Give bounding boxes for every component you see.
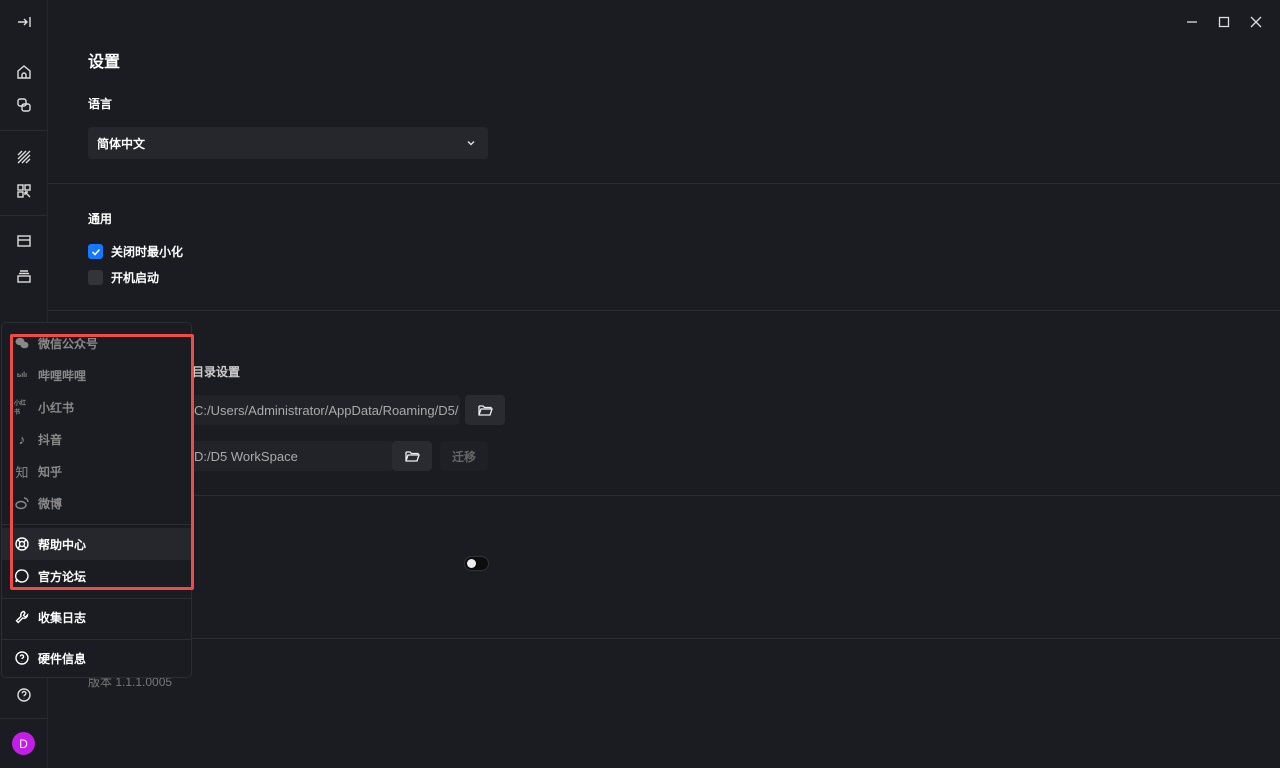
folder-icon: [478, 404, 493, 416]
chat-bubble-icon: [14, 568, 30, 584]
avatar[interactable]: D: [12, 732, 35, 755]
menu-item-label: 微信公众号: [38, 335, 98, 352]
help-icon[interactable]: [14, 685, 34, 705]
weibo-icon: [14, 495, 30, 511]
menu-item-label: 微博: [38, 495, 62, 512]
wechat-icon: [14, 335, 30, 351]
cache-path-field[interactable]: C:/Users/Administrator/AppData/Roaming/D…: [188, 395, 460, 425]
menu-item-hardware-info[interactable]: 硬件信息: [2, 642, 191, 674]
link-icon[interactable]: [14, 95, 34, 115]
texture-icon[interactable]: [14, 147, 34, 167]
launch-on-startup-checkbox[interactable]: 开机启动: [88, 269, 159, 286]
chevron-down-icon: [466, 138, 476, 148]
menu-item-label: 收集日志: [38, 609, 86, 626]
settings-panel: 设置 语言 简体中文 通用 关闭时最小化 开机启动 目录设置 C:/Users/…: [48, 0, 1280, 768]
expand-sidebar-icon[interactable]: [14, 12, 34, 32]
language-select[interactable]: 简体中文: [88, 127, 488, 159]
directory-heading: 目录设置: [192, 363, 240, 380]
zhihu-icon: 知: [14, 463, 30, 479]
xiaohongshu-icon: 小红书: [14, 399, 30, 415]
general-heading: 通用: [88, 210, 112, 227]
menu-item-weibo[interactable]: 微博: [2, 487, 191, 519]
page-title: 设置: [88, 48, 120, 72]
checkbox-label: 开机启动: [111, 269, 159, 286]
menu-item-label: 帮助中心: [38, 536, 86, 553]
workspace-path-field[interactable]: D:/D5 WorkSpace: [188, 441, 393, 471]
bilibili-icon: ьılı: [14, 367, 30, 383]
menu-item-label: 官方论坛: [38, 568, 86, 585]
menu-item-label: 知乎: [38, 463, 62, 480]
menu-item-xiaohongshu[interactable]: 小红书小红书: [2, 391, 191, 423]
menu-item-help-center[interactable]: 帮助中心: [2, 528, 191, 560]
language-heading: 语言: [88, 95, 112, 112]
help-menu: 微信公众号 ьılı 哔哩哔哩 小红书小红书 ♪ 抖音 知知乎 微博 帮助中心 官方…: [1, 322, 192, 678]
menu-item-douyin[interactable]: ♪ 抖音: [2, 423, 191, 455]
menu-item-label: 抖音: [38, 431, 62, 448]
menu-item-wechat[interactable]: 微信公众号: [2, 327, 191, 359]
douyin-icon: ♪: [14, 431, 30, 447]
menu-item-label: 小红书: [38, 399, 74, 416]
browse-cache-folder-button[interactable]: [465, 395, 505, 425]
minimize-on-close-checkbox[interactable]: 关闭时最小化: [88, 243, 183, 260]
menu-item-zhihu[interactable]: 知知乎: [2, 455, 191, 487]
checkbox-unchecked-icon: [88, 270, 103, 285]
avatar-letter: D: [19, 737, 28, 751]
layers-icon[interactable]: [14, 266, 34, 286]
menu-item-forum[interactable]: 官方论坛: [2, 560, 191, 592]
menu-item-collect-logs[interactable]: 收集日志: [2, 601, 191, 633]
lifebuoy-icon: [14, 536, 30, 552]
wrench-icon: [14, 609, 30, 625]
menu-item-label: 硬件信息: [38, 650, 86, 667]
toggle-switch[interactable]: [464, 556, 489, 571]
checkbox-label: 关闭时最小化: [111, 243, 183, 260]
menu-item-label: 哔哩哔哩: [38, 367, 86, 384]
window-icon[interactable]: [14, 231, 34, 251]
menu-item-bilibili[interactable]: ьılı 哔哩哔哩: [2, 359, 191, 391]
question-circle-icon: [14, 650, 30, 666]
language-value: 简体中文: [97, 135, 145, 152]
checkbox-checked-icon: [88, 244, 103, 259]
browse-workspace-folder-button[interactable]: [392, 441, 432, 471]
home-icon[interactable]: [14, 62, 34, 82]
migrate-button[interactable]: 迁移: [440, 441, 488, 471]
asset-grid-icon[interactable]: [14, 181, 34, 201]
folder-icon: [405, 450, 420, 462]
